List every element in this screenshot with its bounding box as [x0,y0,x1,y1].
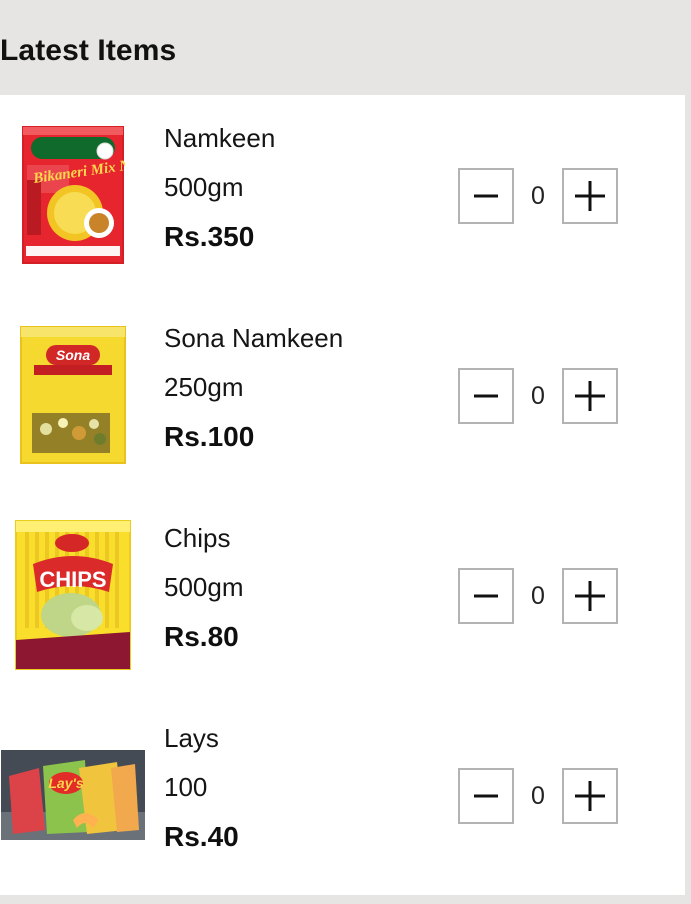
product-item: Lay's Lays 100 Rs.40 0 [0,695,685,895]
product-item: Sona Sona Namkeen 250gm Rs.100 0 [0,295,685,495]
quantity-stepper: 0 [458,168,618,224]
product-item: CHIPS Chips 500gm Rs.80 0 [0,495,685,695]
product-name: Lays [164,723,219,753]
plus-icon [575,581,605,611]
plus-icon [575,181,605,211]
minus-icon [474,794,498,798]
product-weight: 100 [164,772,208,802]
quantity-value: 0 [531,582,545,610]
decrease-quantity-button[interactable] [458,768,514,824]
minus-icon [474,394,498,398]
plus-icon [575,781,605,811]
lays-pack-image: Lay's [0,750,145,840]
decrease-quantity-button[interactable] [458,168,514,224]
namkeen-pack-image: Bikaneri Mix Namkeen [21,126,125,264]
product-image: Sona [0,295,145,495]
pack-logo-text: Lay's [48,775,83,791]
product-weight: 500gm [164,172,244,202]
minus-icon [474,194,498,198]
decrease-quantity-button[interactable] [458,568,514,624]
product-price: Rs.80 [164,621,239,652]
page-header: Latest Items [0,0,691,95]
product-image: CHIPS [0,495,145,695]
product-image: Bikaneri Mix Namkeen [0,95,145,295]
page-title: Latest Items [0,34,177,67]
product-image: Lay's [0,695,145,895]
quantity-value: 0 [531,382,545,410]
product-item: Bikaneri Mix Namkeen Namkeen 500gm Rs.35… [0,95,685,295]
pack-logo-text: Sona [55,347,89,363]
product-name: Namkeen [164,123,276,153]
quantity-stepper: 0 [458,768,618,824]
product-price: Rs.40 [164,821,239,852]
increase-quantity-button[interactable] [562,568,618,624]
quantity-value: 0 [531,782,545,810]
plus-icon [575,381,605,411]
sona-pack-image: Sona [19,326,126,464]
pack-logo-text: CHIPS [39,567,106,592]
product-weight: 500gm [164,572,244,602]
increase-quantity-button[interactable] [562,368,618,424]
product-name: Sona Namkeen [164,323,344,353]
quantity-value: 0 [531,182,545,210]
product-price: Rs.100 [164,421,255,452]
decrease-quantity-button[interactable] [458,368,514,424]
product-list: Bikaneri Mix Namkeen Namkeen 500gm Rs.35… [0,95,685,895]
minus-icon [474,594,498,598]
chips-pack-image: CHIPS [14,520,131,670]
quantity-stepper: 0 [458,368,618,424]
increase-quantity-button[interactable] [562,768,618,824]
increase-quantity-button[interactable] [562,168,618,224]
product-price: Rs.350 [164,221,255,252]
product-weight: 250gm [164,372,244,402]
quantity-stepper: 0 [458,568,618,624]
product-name: Chips [164,523,231,553]
